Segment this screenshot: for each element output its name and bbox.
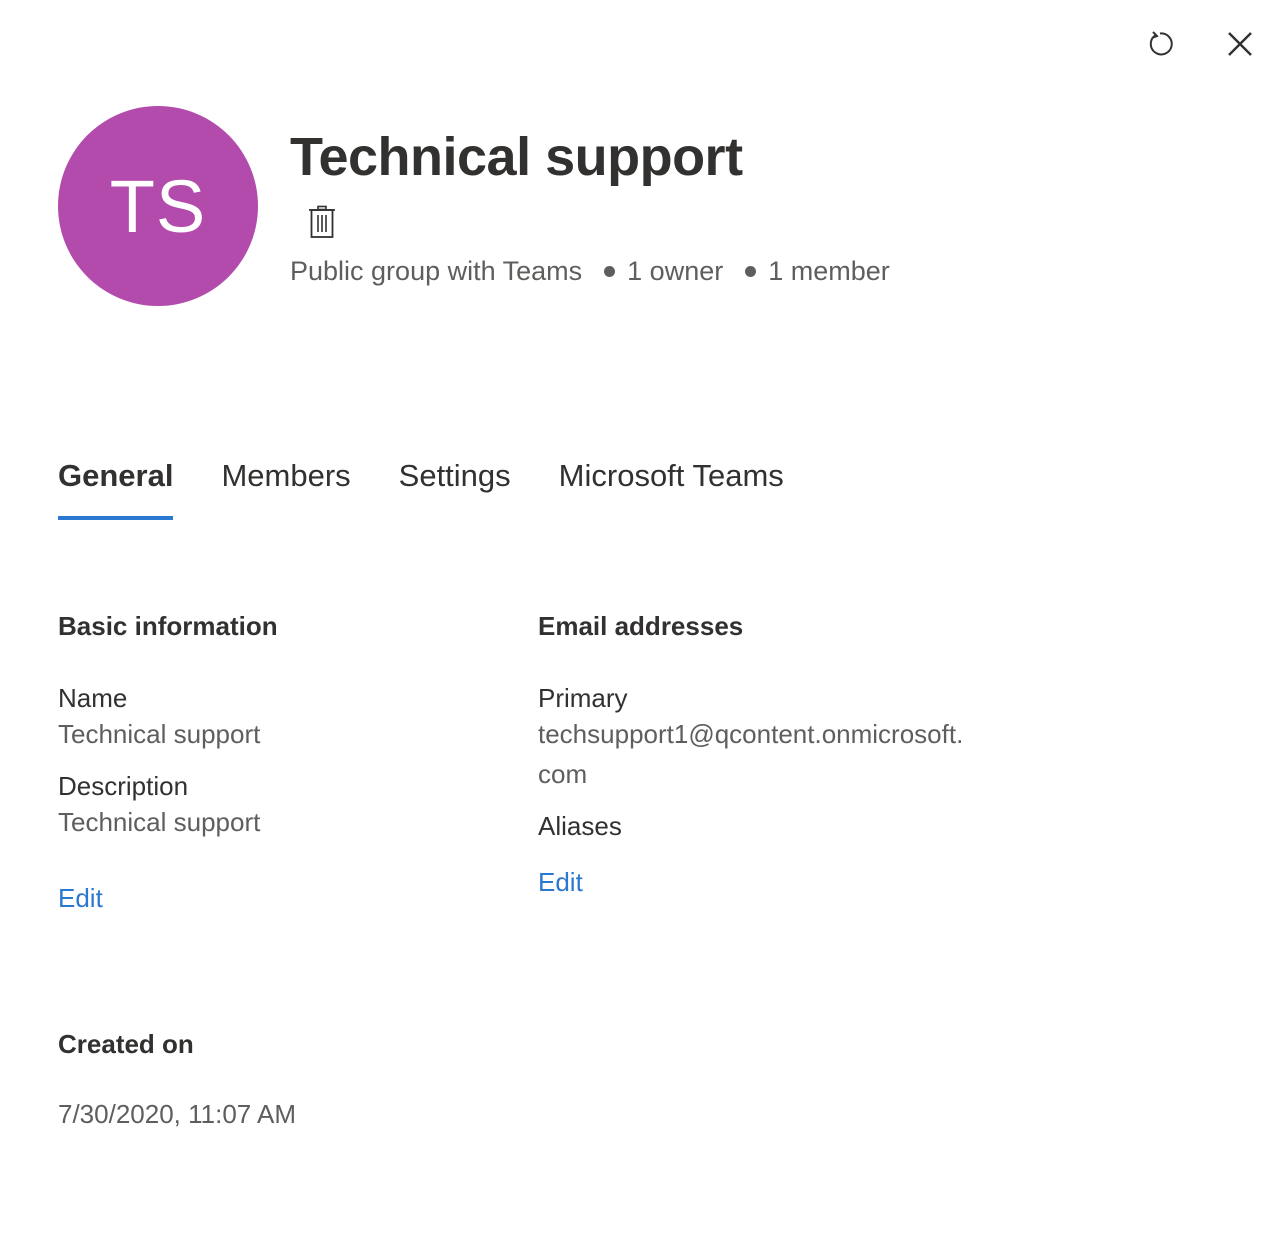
group-type: Public group with Teams [290,256,583,286]
name-label: Name [58,683,128,713]
close-button[interactable] [1220,24,1260,64]
tab-members[interactable]: Members [221,458,350,516]
section-title: Basic information [58,611,278,641]
owner-count: 1 owner [627,256,724,286]
tab-settings[interactable]: Settings [399,458,511,516]
group-header-info: Technical support Public group with Team… [290,106,890,306]
description-label: Description [58,771,189,801]
member-count: 1 member [768,256,890,286]
name-value: Technical support [58,719,261,749]
primary-label: Primary [538,683,628,713]
section-title: Email addresses [538,611,744,641]
primary-email-value: techsupport1@qcontent.onmicrosoft.com [538,719,964,789]
group-header: TS Technical support Public group with T… [58,106,890,306]
email-addresses-section: Email addresses Primary techsupport1@qco… [538,610,978,898]
tab-bar: General Members Settings Microsoft Teams [58,458,784,520]
trash-icon [309,205,335,238]
tab-microsoft-teams[interactable]: Microsoft Teams [559,458,784,516]
created-on-value: 7/30/2020, 11:07 AM [58,1099,297,1129]
description-value: Technical support [58,807,261,837]
separator-dot [604,266,616,277]
tab-general[interactable]: General [58,458,174,520]
created-on-section: Created on 7/30/2020, 11:07 AM [58,1028,296,1130]
edit-basic-info-link[interactable]: Edit [58,882,103,914]
basic-information-section: Basic information Name Technical support… [58,610,498,914]
close-icon [1228,32,1252,56]
group-title: Technical support [290,127,743,187]
created-on-label: Created on [58,1029,194,1059]
refresh-button[interactable] [1140,24,1180,64]
aliases-label: Aliases [538,811,622,841]
avatar-initials: TS [109,164,207,248]
separator-dot [745,266,757,277]
edit-email-link[interactable]: Edit [538,866,583,898]
panel-actions [1140,24,1260,64]
delete-group-button[interactable] [308,204,338,240]
refresh-icon [1149,31,1173,56]
group-meta: Public group with Teams 1 owner 1 member [290,256,890,287]
group-avatar: TS [58,106,258,306]
